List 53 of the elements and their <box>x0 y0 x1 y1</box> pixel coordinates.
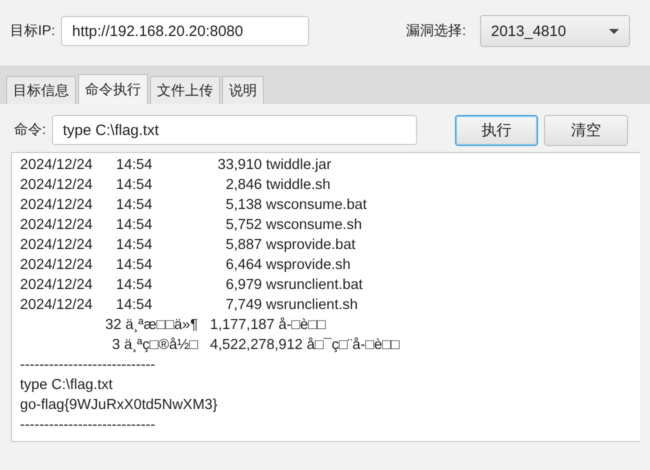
file-name: twiddle.jar <box>266 157 332 173</box>
tab[interactable]: 文件上传 <box>150 76 220 104</box>
size-text: 5,138 <box>224 197 262 213</box>
summary-size: 4,522,278,912 å□¯ç□¨å-□è□□ <box>210 337 400 353</box>
time-text: 14:54 <box>116 177 154 193</box>
tab[interactable]: 目标信息 <box>6 76 76 104</box>
date-text: 2024/12/24 <box>20 297 94 313</box>
target-ip-field[interactable]: http://192.168.20.20:8080 <box>61 16 310 46</box>
file-name: wsconsume.sh <box>266 217 362 233</box>
date-text: 2024/12/24 <box>20 157 94 173</box>
file-name: twiddle.sh <box>266 177 330 193</box>
date-text: 2024/12/24 <box>20 277 94 293</box>
size-text: 6,464 <box>224 257 262 273</box>
size-text: 5,887 <box>224 237 262 253</box>
file-name: wsconsume.bat <box>266 197 367 213</box>
command-label: 命令: <box>14 121 46 139</box>
size-text: 2,846 <box>224 177 262 193</box>
file-name: wsrunclient.sh <box>266 297 358 313</box>
time-text: 14:54 <box>116 157 154 173</box>
date-text: 2024/12/24 <box>20 237 94 253</box>
date-text: 2024/12/24 <box>20 177 94 193</box>
button[interactable]: 清空 <box>544 114 628 146</box>
time-text: 14:54 <box>116 197 154 213</box>
size-text: 33,910 <box>216 157 262 173</box>
output-text: go-flag{9WJuRxX0td5NwXM3} <box>20 397 218 413</box>
caret-icon <box>609 28 619 34</box>
output-text: type C:\flag.txt <box>20 377 113 393</box>
output-text: ---------------------------- <box>20 357 156 373</box>
time-text: 14:54 <box>116 257 154 273</box>
summary-size: 1,177,187 å-□è□□ <box>210 317 326 333</box>
tab[interactable]: 说明 <box>222 76 264 104</box>
target-ip-label: 目标IP: <box>10 22 56 40</box>
size-text: 7,749 <box>224 297 262 313</box>
file-name: wsprovide.sh <box>266 257 351 273</box>
button[interactable]: 执行 <box>454 114 538 146</box>
date-text: 2024/12/24 <box>20 257 94 273</box>
file-name: wsprovide.bat <box>266 237 356 253</box>
vuln-dropdown[interactable]: 2013_4810 <box>480 15 630 47</box>
time-text: 14:54 <box>116 297 154 313</box>
vuln-select-label: 漏洞选择: <box>406 22 466 40</box>
time-text: 14:54 <box>116 217 154 233</box>
command-field[interactable]: type C:\flag.txt <box>52 115 417 145</box>
size-text: 6,979 <box>224 277 262 293</box>
file-name: wsrunclient.bat <box>266 277 363 293</box>
date-text: 2024/12/24 <box>20 197 94 213</box>
output-text: ---------------------------- <box>20 417 156 433</box>
time-text: 14:54 <box>116 277 154 293</box>
time-text: 14:54 <box>116 237 154 253</box>
date-text: 2024/12/24 <box>20 217 94 233</box>
tab[interactable]: 命令执行 <box>78 74 148 104</box>
summary-count: 3 ä¸ªç□®å½□ <box>111 337 198 353</box>
size-text: 5,752 <box>224 217 262 233</box>
summary-count: 32 ä¸ªæ□□ä»¶ <box>104 317 198 333</box>
